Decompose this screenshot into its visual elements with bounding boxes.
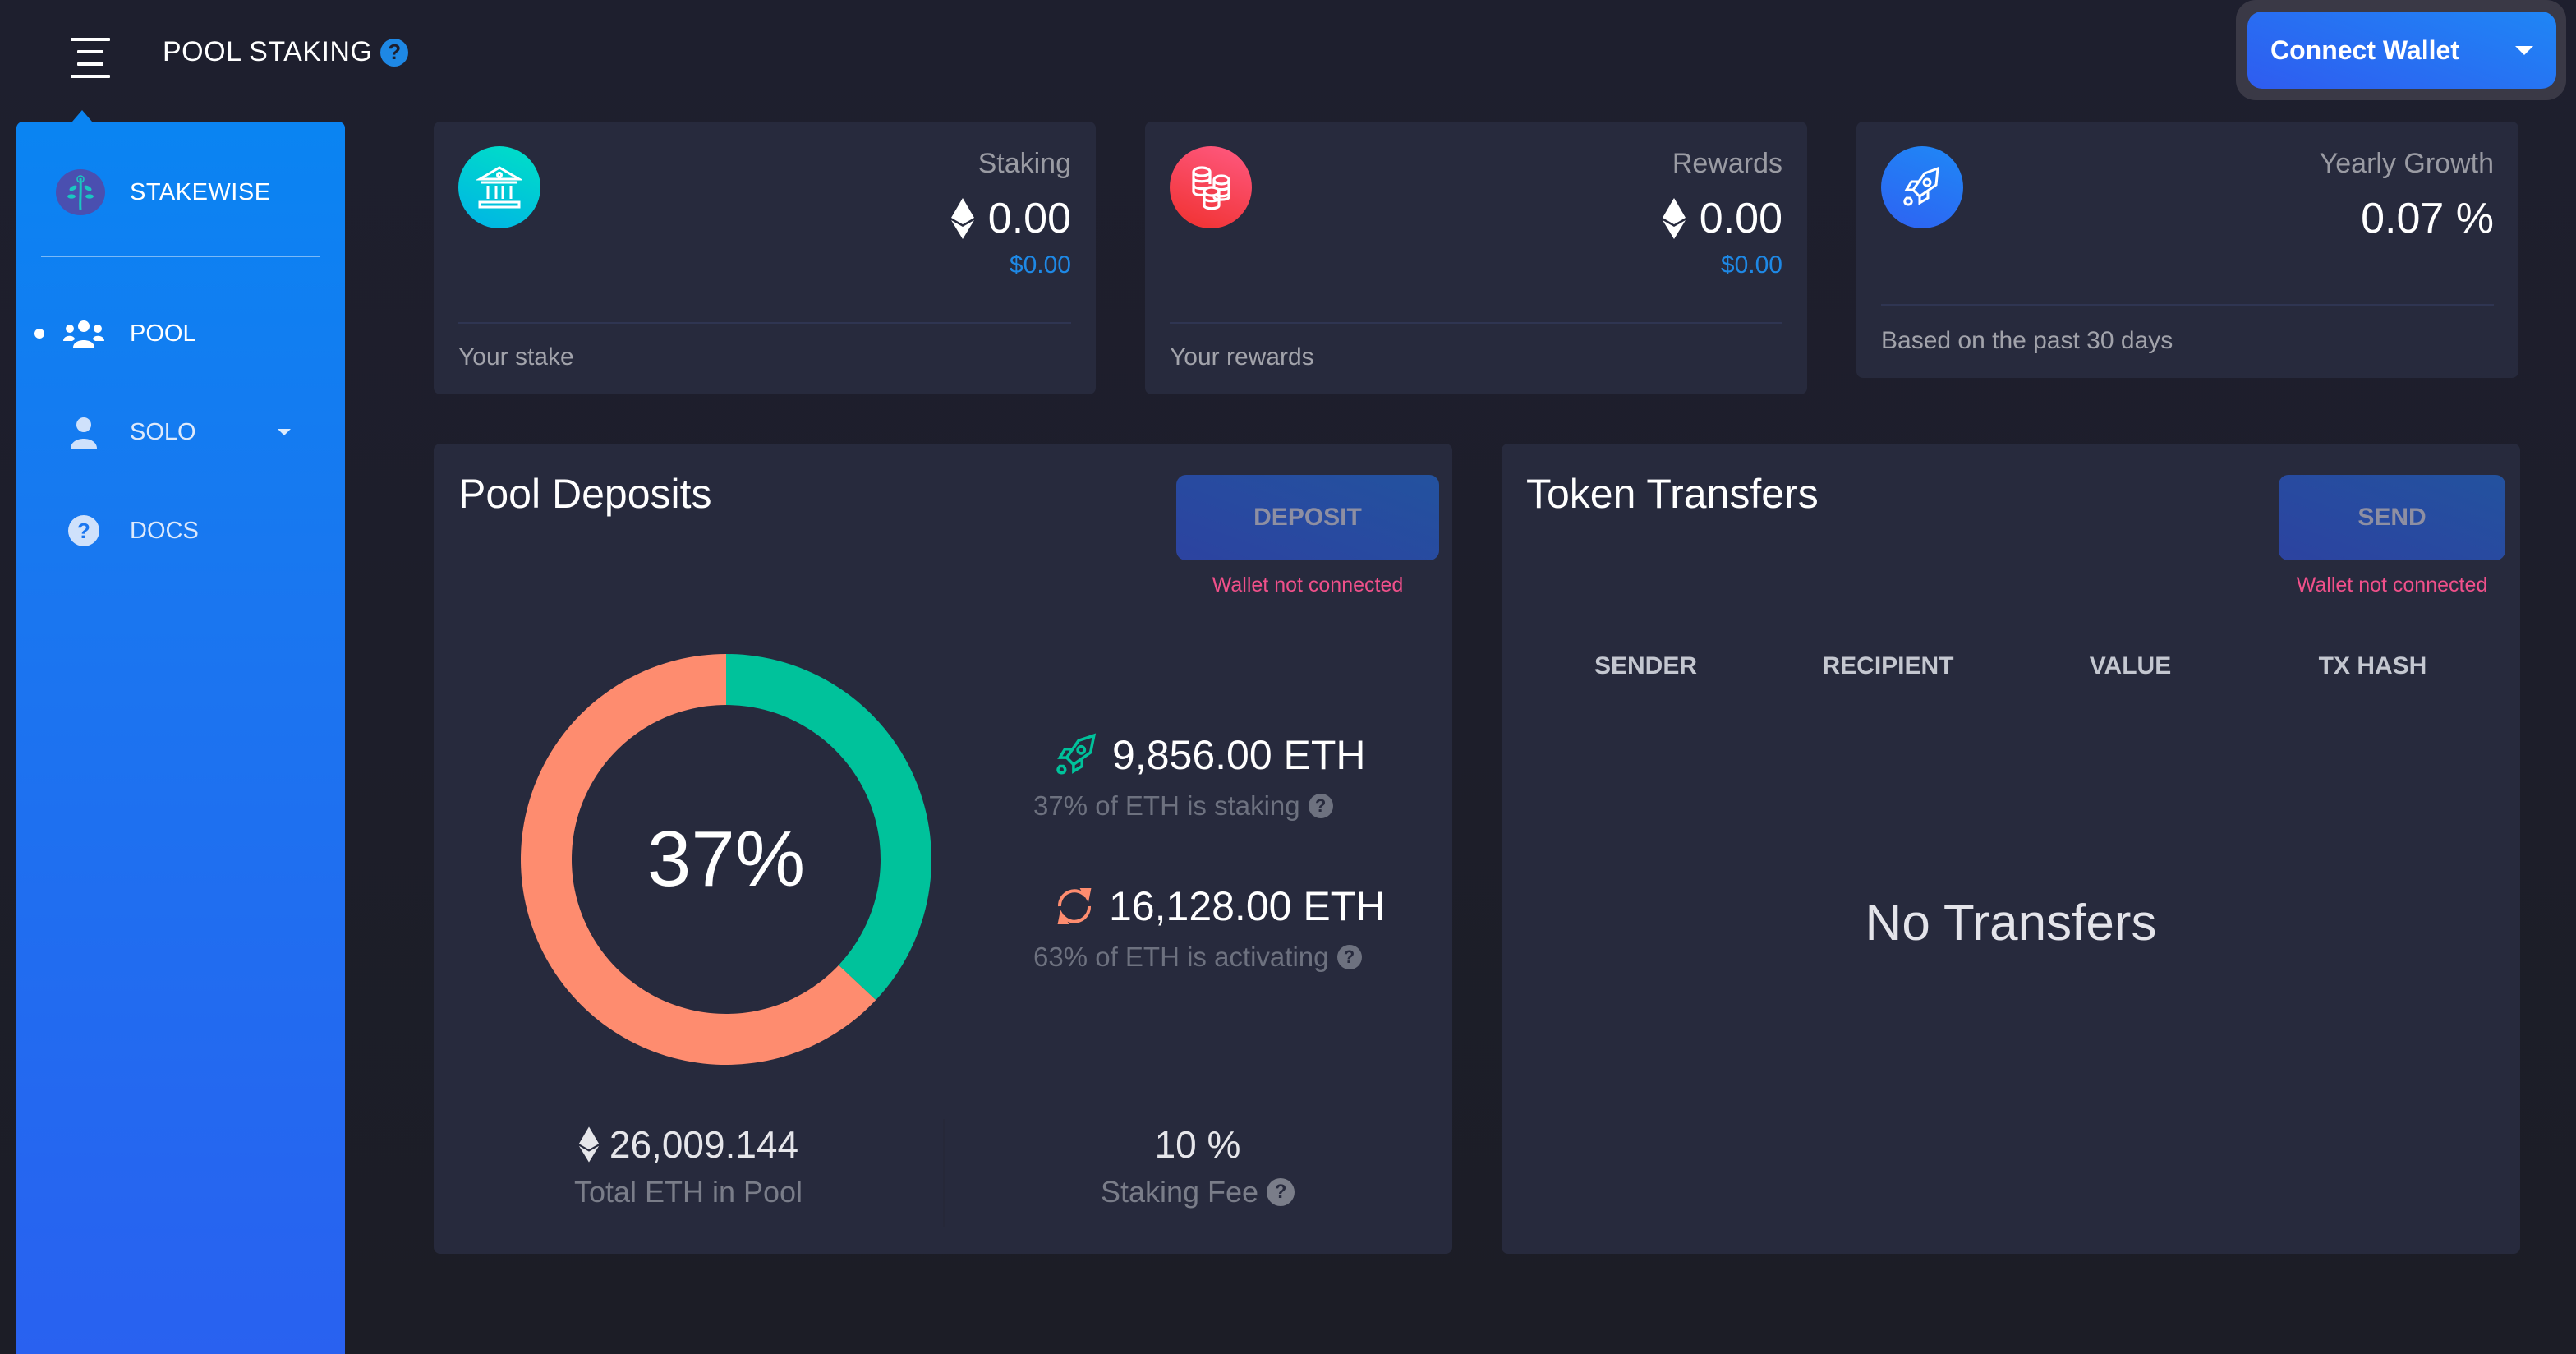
help-icon[interactable]: ? [1336,945,1362,969]
stat-footer: Your rewards [1170,343,1314,371]
activating-caption: 63% of ETH is activating [1033,942,1329,972]
chevron-down-icon[interactable] [278,429,291,435]
deposit-button[interactable]: DEPOSIT [1176,475,1439,560]
card-divider [1881,304,2494,306]
users-icon [62,317,106,350]
stat-value: 0.00 [1662,194,1782,243]
stat-label: Rewards [1672,148,1782,179]
total-eth-stat: 26,009.144 Total ETH in Pool [434,1122,943,1209]
eth-icon [1662,198,1686,239]
connect-wallet-button[interactable]: Connect Wallet [2247,12,2556,89]
rocket-icon [1056,733,1097,775]
sidebar-item-solo[interactable]: SOLO [16,399,345,465]
staking-metric: 9,856.00 ETH 37% of ETH is staking ? [1033,731,1366,822]
card-divider [1170,322,1782,324]
stakewise-logo-icon [56,169,105,215]
sidebar-divider [41,256,320,257]
sync-icon [1057,888,1092,924]
stat-value: 0.07 % [2361,195,2494,242]
rewards-card: Rewards 0.00 $0.00 Your rewards [1145,122,1807,394]
staking-fee-label: Staking Fee [1100,1175,1259,1209]
token-transfers-panel: Token Transfers SEND Wallet not connecte… [1502,444,2520,1254]
active-indicator [34,329,44,338]
stat-footer: Based on the past 30 days [1881,327,2174,354]
sidebar: STAKEWISE POOL SOLO ? DOCS [16,122,345,1354]
activating-amount: 16,128.00 ETH [1109,883,1386,929]
question-circle-icon: ? [62,514,106,547]
column-header-recipient[interactable]: RECIPIENT [1767,652,2009,680]
user-icon [62,416,106,449]
coins-icon [1170,146,1252,228]
help-icon[interactable]: ? [1267,1178,1295,1206]
chevron-down-icon[interactable] [2515,45,2533,55]
help-icon[interactable]: ? [1308,794,1333,818]
column-header-value[interactable]: VALUE [2009,652,2252,680]
total-eth-label: Total ETH in Pool [573,1175,803,1209]
total-eth-value: 26,009.144 [609,1123,799,1166]
staking-caption: 37% of ETH is staking [1033,790,1300,821]
sidebar-item-label: SOLO [130,418,196,445]
stat-value: 0.00 [950,194,1071,243]
empty-state: No Transfers [1865,895,2157,951]
eth-icon [578,1126,600,1163]
panel-title: Pool Deposits [458,471,712,517]
stat-usd: $0.00 [1009,251,1071,279]
yearly-growth-card: Yearly Growth 0.07 % Based on the past 3… [1856,122,2518,378]
page-title: POOL STAKING ? [163,36,409,68]
staking-fee-stat: 10 % Staking Fee ? [943,1122,1452,1209]
staking-card: Staking 0.00 $0.00 Your stake [434,122,1096,394]
brand[interactable]: STAKEWISE [56,169,271,215]
pool-deposits-panel: Pool Deposits DEPOSIT Wallet not connect… [434,444,1452,1254]
rocket-icon [1881,146,1963,228]
hamburger-icon [71,38,110,41]
stat-label: Staking [978,148,1071,179]
help-icon[interactable]: ? [380,38,409,67]
column-header-tx-hash[interactable]: TX HASH [2252,652,2494,680]
svg-text:?: ? [77,518,90,543]
sidebar-item-pool[interactable]: POOL [16,301,345,366]
activating-metric: 16,128.00 ETH 63% of ETH is activating ? [1033,882,1386,973]
send-button[interactable]: SEND [2279,475,2505,560]
sidebar-pointer [72,110,92,122]
column-header-sender[interactable]: SENDER [1525,652,1767,680]
staking-amount: 9,856.00 ETH [1112,732,1366,778]
stat-label: Yearly Growth [2319,148,2494,179]
sidebar-item-label: DOCS [130,517,199,544]
stat-footer: Your stake [458,343,574,371]
stat-usd: $0.00 [1720,251,1782,279]
sidebar-item-label: POOL [130,320,196,347]
wallet-warning: Wallet not connected [2296,573,2488,596]
staking-fee-value: 10 % [1154,1123,1241,1166]
donut-center-label: 37% [646,815,806,903]
wallet-warning: Wallet not connected [1212,573,1404,596]
brand-name: STAKEWISE [130,178,271,205]
panel-title: Token Transfers [1526,471,1819,517]
menu-toggle-button[interactable] [71,38,110,79]
bank-icon [458,146,540,228]
card-divider [458,322,1071,324]
eth-icon [950,198,974,239]
sidebar-item-docs[interactable]: ? DOCS [16,498,345,564]
